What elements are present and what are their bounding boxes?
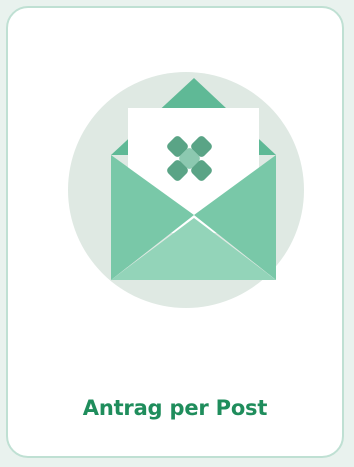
card-label: Antrag per Post	[82, 396, 268, 420]
envelope-with-letter-icon	[66, 70, 306, 310]
envelope-illustration-svg	[68, 72, 304, 308]
postal-application-card[interactable]: Antrag per Post	[6, 6, 344, 458]
